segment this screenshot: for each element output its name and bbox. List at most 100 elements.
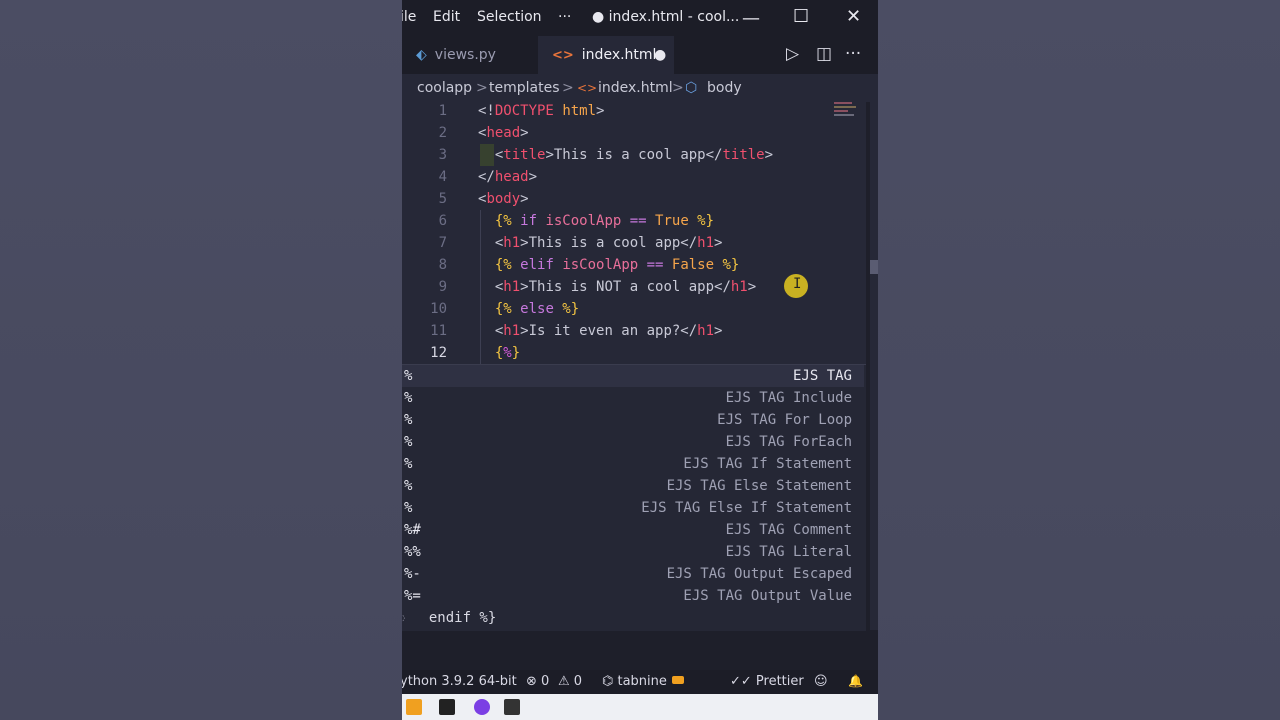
run-icon[interactable]: ▷ (786, 44, 799, 64)
code-token: html (562, 103, 597, 119)
code-line[interactable]: 10 {% else %} (402, 298, 866, 320)
suggestion-item[interactable]: % EJS TAG Include (402, 387, 864, 409)
errors-count[interactable]: ⊗ 0 (526, 674, 549, 689)
tab-views-py[interactable]: ⬖ views.py (402, 36, 536, 74)
warnings-count[interactable]: ⚠ 0 (558, 674, 582, 689)
line-number: 4 (438, 169, 447, 185)
element-icon: ⬡ (685, 80, 698, 96)
status-bar: ython 3.9.2 64-bit ⊗ 0 ⚠ 0 ⌬ tabnine ✓✓ … (402, 670, 878, 694)
tabnine-status[interactable]: ⌬ tabnine (602, 674, 667, 689)
vscode-window: ile Edit Selection ··· ● index.html - co… (402, 0, 878, 720)
suggestion-description: EJS TAG Include (725, 390, 852, 406)
code-line[interactable]: 6 {% if isCoolApp == True %} (402, 210, 866, 232)
code-token: elif (520, 257, 563, 273)
menu-file[interactable]: ile (402, 9, 416, 25)
split-editor-icon[interactable]: ◫ (816, 44, 832, 64)
code-token: >This is a cool app</ (545, 147, 723, 163)
suggestion-item[interactable]: %# EJS TAG Comment (402, 519, 864, 541)
breadcrumb-body[interactable]: body (707, 80, 742, 96)
code-text: {%} (478, 342, 520, 364)
suggestion-label: % (404, 434, 413, 450)
more-actions-icon[interactable]: ··· (845, 44, 861, 64)
sublime-icon[interactable] (406, 699, 422, 715)
title-bar: ile Edit Selection ··· ● index.html - co… (402, 0, 878, 36)
code-token: if (520, 213, 546, 229)
breadcrumb-templates[interactable]: templates (489, 80, 560, 96)
background-left (0, 0, 402, 720)
line-number: 11 (430, 323, 447, 339)
code-token: title (722, 147, 765, 163)
code-token: > (520, 125, 529, 141)
python-interpreter[interactable]: ython 3.9.2 64-bit (402, 674, 517, 689)
code-text: {% elif isCoolApp == False %} (478, 254, 740, 276)
suggestion-label: %# (404, 522, 421, 538)
code-token: {% (478, 257, 521, 273)
bell-icon[interactable]: 🔔 (848, 674, 863, 688)
suggestion-description: EJS TAG Output Value (683, 588, 852, 604)
suggestion-label: %% (404, 544, 421, 560)
code-token: == (621, 213, 656, 229)
code-text: <h1>This is NOT a cool app</h1> (478, 276, 756, 298)
code-token: h1 (730, 279, 748, 295)
suggestion-description: EJS TAG (792, 368, 852, 384)
code-token: else (520, 301, 554, 317)
suggestion-item[interactable]: % EJS TAG If Statement (402, 453, 864, 475)
breadcrumb-coolapp[interactable]: coolapp (417, 80, 472, 96)
code-line[interactable]: 11 <h1>Is it even an app?</h1> (402, 320, 866, 342)
terminal-icon[interactable] (439, 699, 455, 715)
code-line[interactable]: 1 <!DOCTYPE html> (402, 100, 866, 122)
vertical-scrollbar[interactable] (870, 100, 878, 630)
code-token: isCoolApp (545, 213, 622, 229)
code-text: <h1>This is a cool app</h1> (478, 232, 723, 254)
scrollbar-thumb[interactable] (870, 260, 878, 274)
background-right (878, 0, 1280, 720)
unsaved-dot-icon[interactable]: ● (654, 36, 666, 74)
code-editor[interactable]: 1 <!DOCTYPE html> 2 <head> 3 <title>This is … (402, 100, 866, 366)
suggestion-item[interactable]: % EJS TAG Else Statement (402, 475, 864, 497)
suggestion-item[interactable]: %= EJS TAG Output Value (402, 585, 864, 607)
suggestion-item[interactable]: %% EJS TAG Literal (402, 541, 864, 563)
code-token: h1 (503, 323, 521, 339)
code-line[interactable]: 7 <h1>This is a cool app</h1> (402, 232, 866, 254)
minimap[interactable] (834, 100, 862, 120)
code-token: head (486, 125, 521, 141)
code-token: > (714, 323, 723, 339)
code-line[interactable]: 2 <head> (402, 122, 866, 144)
suggestion-item[interactable]: %- EJS TAG Output Escaped (402, 563, 864, 585)
code-line[interactable]: 5 <body> (402, 188, 866, 210)
code-token: DOCTYPE (494, 103, 554, 119)
suggestion-item[interactable]: % EJS TAG For Loop (402, 409, 864, 431)
snippet-icon: ◌ (402, 607, 405, 629)
menu-edit[interactable]: Edit (433, 9, 460, 25)
code-token: h1 (503, 235, 521, 251)
code-line[interactable]: 12 {%} (402, 342, 866, 364)
taskbar (402, 694, 878, 720)
obsidian-icon[interactable] (474, 699, 490, 715)
maximize-icon[interactable]: ☐ (793, 6, 809, 27)
code-text: {% if isCoolApp == True %} (478, 210, 714, 232)
feedback-icon[interactable]: ☺ (814, 674, 828, 689)
line-number: 9 (438, 279, 447, 295)
suggestion-description: EJS TAG ForEach (725, 434, 852, 450)
prettier-status[interactable]: ✓✓ Prettier (730, 674, 804, 689)
code-token: %} (553, 301, 580, 317)
line-number: 12 (430, 345, 447, 361)
suggestion-item[interactable]: % EJS TAG Else If Statement (402, 497, 864, 519)
suggestion-item[interactable]: % EJS TAG (402, 365, 864, 387)
menu-more[interactable]: ··· (558, 9, 571, 25)
html-icon: <> (552, 48, 574, 63)
minimize-icon[interactable]: — (742, 8, 760, 29)
breadcrumb-index-html[interactable]: index.html (598, 80, 673, 96)
close-icon[interactable]: ✕ (846, 6, 861, 27)
menu-selection[interactable]: Selection (477, 9, 542, 25)
code-line[interactable]: 8 {% elif isCoolApp == False %} (402, 254, 866, 276)
console-icon[interactable] (504, 699, 520, 715)
code-token: < (478, 147, 504, 163)
code-token: { (478, 345, 504, 361)
code-token: %} (688, 213, 715, 229)
suggestion-item[interactable]: % EJS TAG ForEach (402, 431, 864, 453)
code-line[interactable]: 4 </head> (402, 166, 866, 188)
suggestion-label: % (404, 390, 413, 406)
code-line[interactable]: 3 <title>This is a cool app</title> (402, 144, 866, 166)
tab-index-html[interactable]: <> index.html ● (538, 36, 674, 74)
